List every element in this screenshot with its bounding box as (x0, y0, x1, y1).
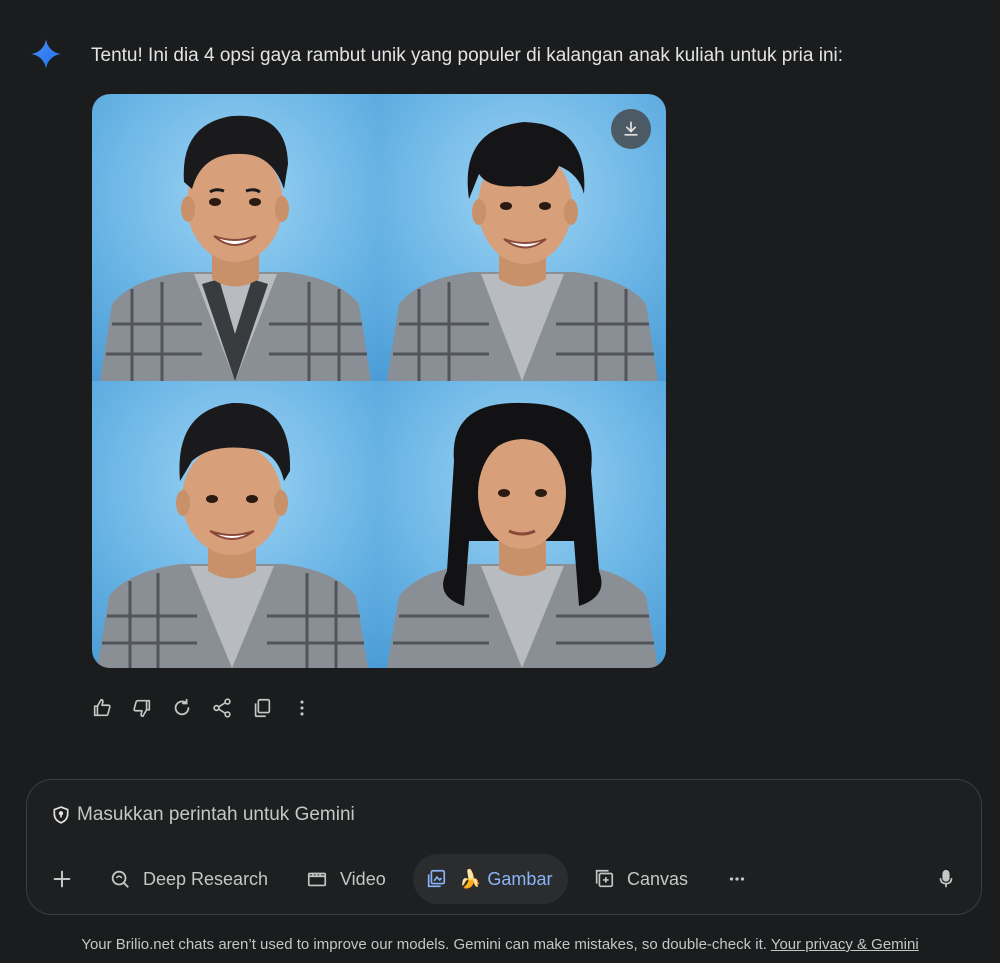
thumbs-up-button[interactable] (90, 696, 114, 720)
response-actions (90, 696, 330, 720)
privacy-link[interactable]: Your privacy & Gemini (771, 936, 919, 953)
microphone-button[interactable] (935, 854, 969, 904)
image-gen-icon (427, 869, 446, 888)
mic-icon (939, 869, 953, 888)
plus-icon (53, 870, 71, 888)
disclaimer-footer: Your Brilio.net chats aren’t used to imp… (0, 936, 1000, 953)
copy-icon (254, 698, 271, 718)
deep-research-label: Deep Research (143, 868, 269, 889)
prompt-input[interactable] (77, 804, 777, 826)
banana-icon: 🍌 (459, 868, 482, 889)
generated-image-pompadour[interactable] (92, 381, 379, 668)
video-label: Video (340, 868, 386, 889)
regenerate-icon (174, 698, 190, 716)
deep-research-button[interactable]: Deep Research (109, 854, 268, 904)
download-button[interactable] (611, 109, 651, 149)
thumbs-down-icon (133, 699, 151, 718)
share-icon (213, 698, 231, 718)
more-vert-icon (300, 700, 304, 716)
generated-image-grid[interactable] (92, 94, 666, 668)
shield-icon (53, 806, 69, 824)
regenerate-button[interactable] (170, 696, 194, 720)
more-tools-button[interactable] (726, 854, 760, 904)
canvas-label: Canvas (627, 868, 689, 889)
generated-image-long-hair[interactable] (379, 381, 666, 668)
deep-research-icon (111, 870, 129, 888)
prompt-row (51, 804, 777, 826)
canvas-icon (595, 869, 614, 888)
add-button[interactable] (51, 854, 85, 904)
download-icon (624, 121, 638, 136)
gemini-sparkle-icon (31, 39, 61, 69)
canvas-button[interactable]: Canvas (593, 854, 688, 904)
thumbs-up-icon (93, 698, 111, 717)
thumbs-down-button[interactable] (130, 696, 154, 720)
copy-button[interactable] (250, 696, 274, 720)
generated-image-quiff[interactable] (92, 94, 379, 381)
response-text: Tentu! Ini dia 4 opsi gaya rambut unik y… (91, 45, 844, 66)
gambar-button[interactable]: 🍌 Gambar (413, 854, 569, 904)
more-options-button[interactable] (290, 696, 314, 720)
more-horiz-icon (729, 877, 745, 881)
share-button[interactable] (210, 696, 234, 720)
gambar-label: Gambar (487, 868, 553, 889)
disclaimer-text: Your Brilio.net chats aren’t used to imp… (81, 936, 771, 953)
prompt-composer: Deep Research Video 🍌 Gambar Canvas (26, 779, 982, 915)
video-button[interactable]: Video (306, 854, 386, 904)
composer-toolbar: Deep Research Video 🍌 Gambar Canvas (27, 854, 981, 904)
video-icon (307, 872, 327, 887)
